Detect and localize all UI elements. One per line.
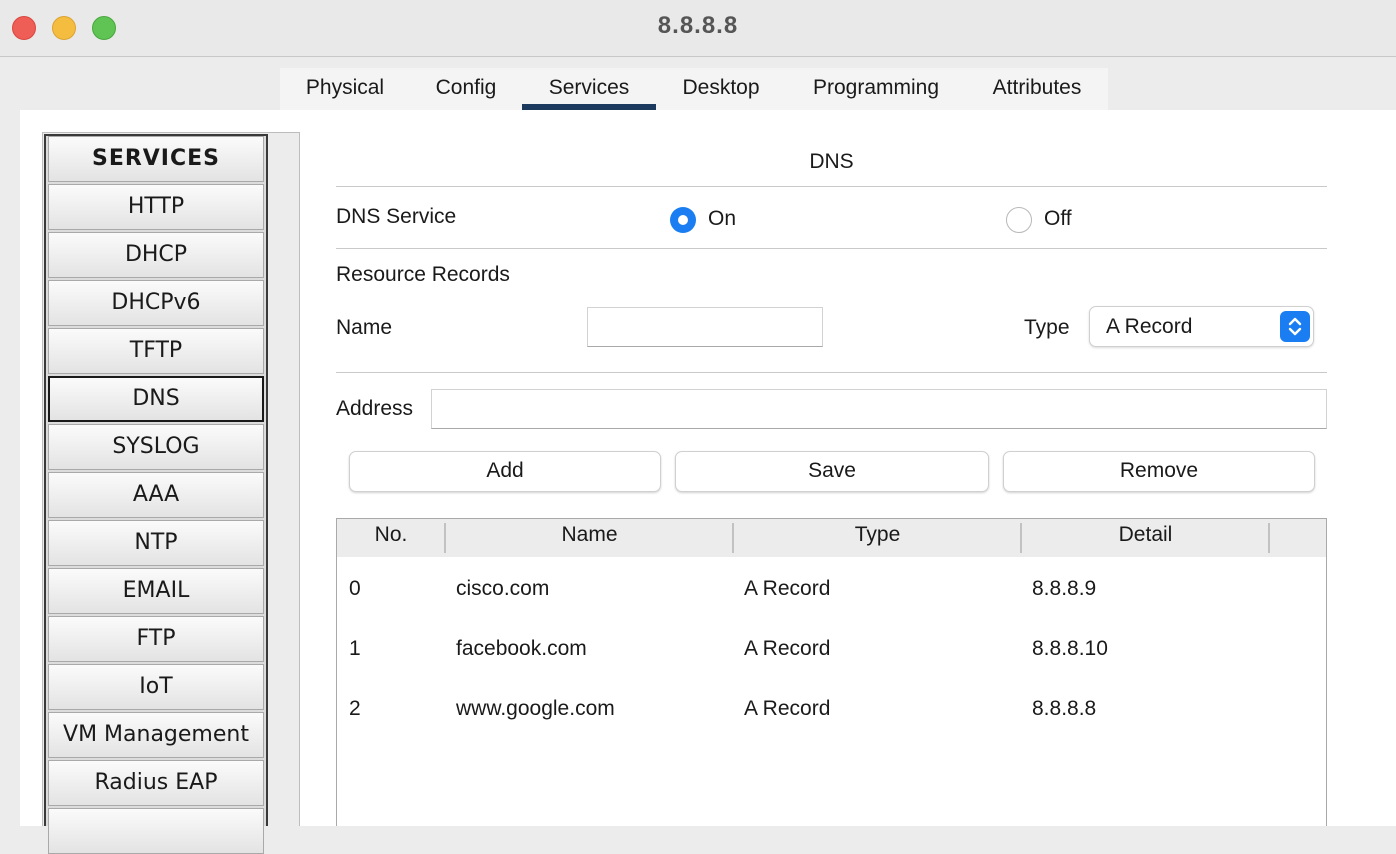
cell-type: A Record	[744, 697, 831, 720]
cell-name: www.google.com	[456, 697, 615, 720]
address-label: Address	[336, 397, 414, 420]
tab-desktop[interactable]: Desktop	[656, 68, 786, 110]
cell-name: cisco.com	[456, 577, 550, 600]
dns-title: DNS	[809, 150, 854, 173]
divider	[336, 186, 1327, 187]
type-select-value: A Record	[1106, 315, 1193, 338]
tab-config[interactable]: Config	[410, 68, 522, 110]
add-button[interactable]: Add	[349, 451, 661, 492]
sidebar-item-vm-management[interactable]: VM Management	[48, 712, 264, 758]
sidebar-item-http[interactable]: HTTP	[48, 184, 264, 230]
sidebar-item-ftp[interactable]: FTP	[48, 616, 264, 662]
sidebar-item-dhcpv6[interactable]: DHCPv6	[48, 280, 264, 326]
tab-programming[interactable]: Programming	[786, 68, 966, 110]
dns-off-label[interactable]: Off	[1044, 207, 1072, 231]
cell-detail: 8.8.8.8	[1032, 697, 1097, 720]
tab-bar: Physical Config Services Desktop Program…	[280, 68, 1108, 110]
resource-records-label: Resource Records	[336, 263, 510, 286]
remove-button[interactable]: Remove	[1003, 451, 1315, 492]
services-sidebar: SERVICES HTTP DHCP DHCPv6 TFTP DNS SYSLO…	[44, 134, 268, 854]
column-separator[interactable]	[1268, 523, 1270, 553]
window-titlebar: 8.8.8.8	[0, 0, 1396, 57]
column-header-no[interactable]: No.	[337, 523, 445, 547]
window-title: 8.8.8.8	[657, 12, 739, 39]
dns-off-radio[interactable]	[1006, 207, 1032, 233]
column-header-type[interactable]: Type	[734, 523, 1021, 547]
divider	[336, 248, 1327, 249]
column-header-name[interactable]: Name	[446, 523, 733, 547]
type-label: Type	[1024, 316, 1070, 339]
dns-on-radio[interactable]	[670, 207, 696, 233]
cell-no: 1	[349, 637, 361, 660]
divider	[336, 372, 1327, 373]
sidebar-item-dns[interactable]: DNS	[48, 376, 264, 422]
table-header: No. Name Type Detail	[337, 519, 1326, 557]
dns-service-label: DNS Service	[336, 205, 457, 228]
cell-detail: 8.8.8.9	[1032, 577, 1097, 600]
column-header-detail[interactable]: Detail	[1022, 523, 1269, 547]
tab-services[interactable]: Services	[522, 68, 656, 110]
tab-attributes[interactable]: Attributes	[966, 68, 1108, 110]
cell-name: facebook.com	[456, 637, 587, 660]
dns-on-label[interactable]: On	[708, 207, 736, 231]
cell-no: 0	[349, 577, 361, 600]
cell-no: 2	[349, 697, 361, 720]
sidebar-item-ntp[interactable]: NTP	[48, 520, 264, 566]
sidebar-item-tftp[interactable]: TFTP	[48, 328, 264, 374]
name-input[interactable]	[587, 307, 823, 347]
type-select[interactable]: A Record	[1089, 306, 1314, 347]
sidebar-item-email[interactable]: EMAIL	[48, 568, 264, 614]
name-label: Name	[336, 316, 393, 339]
chevron-up-down-icon	[1280, 311, 1310, 342]
sidebar-item-syslog[interactable]: SYSLOG	[48, 424, 264, 470]
sidebar-item-more[interactable]	[48, 808, 264, 854]
tab-physical[interactable]: Physical	[280, 68, 410, 110]
cell-type: A Record	[744, 637, 831, 660]
address-input[interactable]	[431, 389, 1327, 429]
cell-type: A Record	[744, 577, 831, 600]
sidebar-item-iot[interactable]: IoT	[48, 664, 264, 710]
sidebar-item-dhcp[interactable]: DHCP	[48, 232, 264, 278]
sidebar-item-aaa[interactable]: AAA	[48, 472, 264, 518]
dns-records-table: No. Name Type Detail 0 cisco.com A Recor…	[336, 518, 1327, 826]
sidebar-header: SERVICES	[48, 136, 264, 182]
save-button[interactable]: Save	[675, 451, 989, 492]
sidebar-item-radius-eap[interactable]: Radius EAP	[48, 760, 264, 806]
cell-detail: 8.8.8.10	[1032, 637, 1108, 660]
